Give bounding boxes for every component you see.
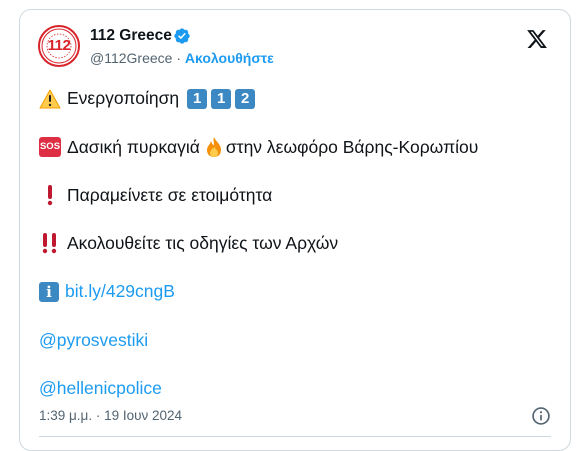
standby-text: Παραμείνετε σε ετοιμότητα	[67, 184, 273, 205]
keycap-1-icon: 1	[211, 88, 232, 109]
warning-icon	[39, 89, 61, 109]
double-exclamation-icon	[39, 232, 61, 254]
tweet-line-mention-1: @pyrosvestiki	[39, 330, 148, 351]
information-icon: i	[39, 281, 59, 302]
handle-row: @112Greece · Ακολουθήστε	[90, 50, 274, 66]
tweet-card[interactable]: 112 112 Greece @112Greece · Ακολουθήστε …	[19, 9, 571, 451]
avatar[interactable]: 112	[38, 25, 80, 67]
account-handle[interactable]: @112Greece	[90, 50, 172, 66]
tweet-line-activation: Ενεργοποίηση 1 1 2	[39, 88, 259, 109]
sos-icon: SOS	[39, 137, 61, 157]
separator: ·	[176, 50, 182, 66]
keycap-2-icon: 2	[235, 88, 256, 109]
tweet-line-instructions: Ακολουθείτε τις οδηγίες των Αρχών	[39, 232, 338, 254]
instructions-text: Ακολουθείτε τις οδηγίες των Αρχών	[67, 232, 339, 253]
activation-text: Ενεργοποίηση	[67, 88, 180, 108]
tweet-line-standby: Παραμείνετε σε ετοιμότητα	[39, 184, 272, 206]
exclamation-icon	[39, 184, 61, 206]
fire-icon	[204, 136, 224, 158]
fire-text-before: Δασική πυρκαγιά	[67, 136, 200, 157]
mention-link[interactable]: @pyrosvestiki	[39, 330, 148, 351]
tweet-timestamp[interactable]: 1:39 μ.μ. · 19 Ιουν 2024	[39, 408, 182, 423]
verified-badge-icon	[174, 28, 190, 44]
divider	[39, 436, 551, 437]
follow-button[interactable]: Ακολουθήστε	[185, 50, 274, 66]
tweet-line-link: i bit.ly/429cngB	[39, 281, 175, 302]
tweet-line-fire: SOS Δασική πυρκαγιά στην λεωφόρο Βάρης-Κ…	[39, 136, 478, 158]
short-link[interactable]: bit.ly/429cngB	[65, 281, 175, 302]
x-logo-icon[interactable]	[526, 28, 548, 50]
mention-link[interactable]: @hellenicpolice	[39, 378, 162, 399]
account-name[interactable]: 112 Greece	[90, 27, 172, 45]
keycap-1-icon: 1	[187, 88, 208, 109]
info-circle-icon[interactable]	[531, 406, 551, 426]
avatar-text: 112	[47, 37, 71, 54]
tweet-line-mention-2: @hellenicpolice	[39, 378, 162, 399]
fire-text-after: στην λεωφόρο Βάρης-Κορωπίου	[225, 136, 479, 157]
